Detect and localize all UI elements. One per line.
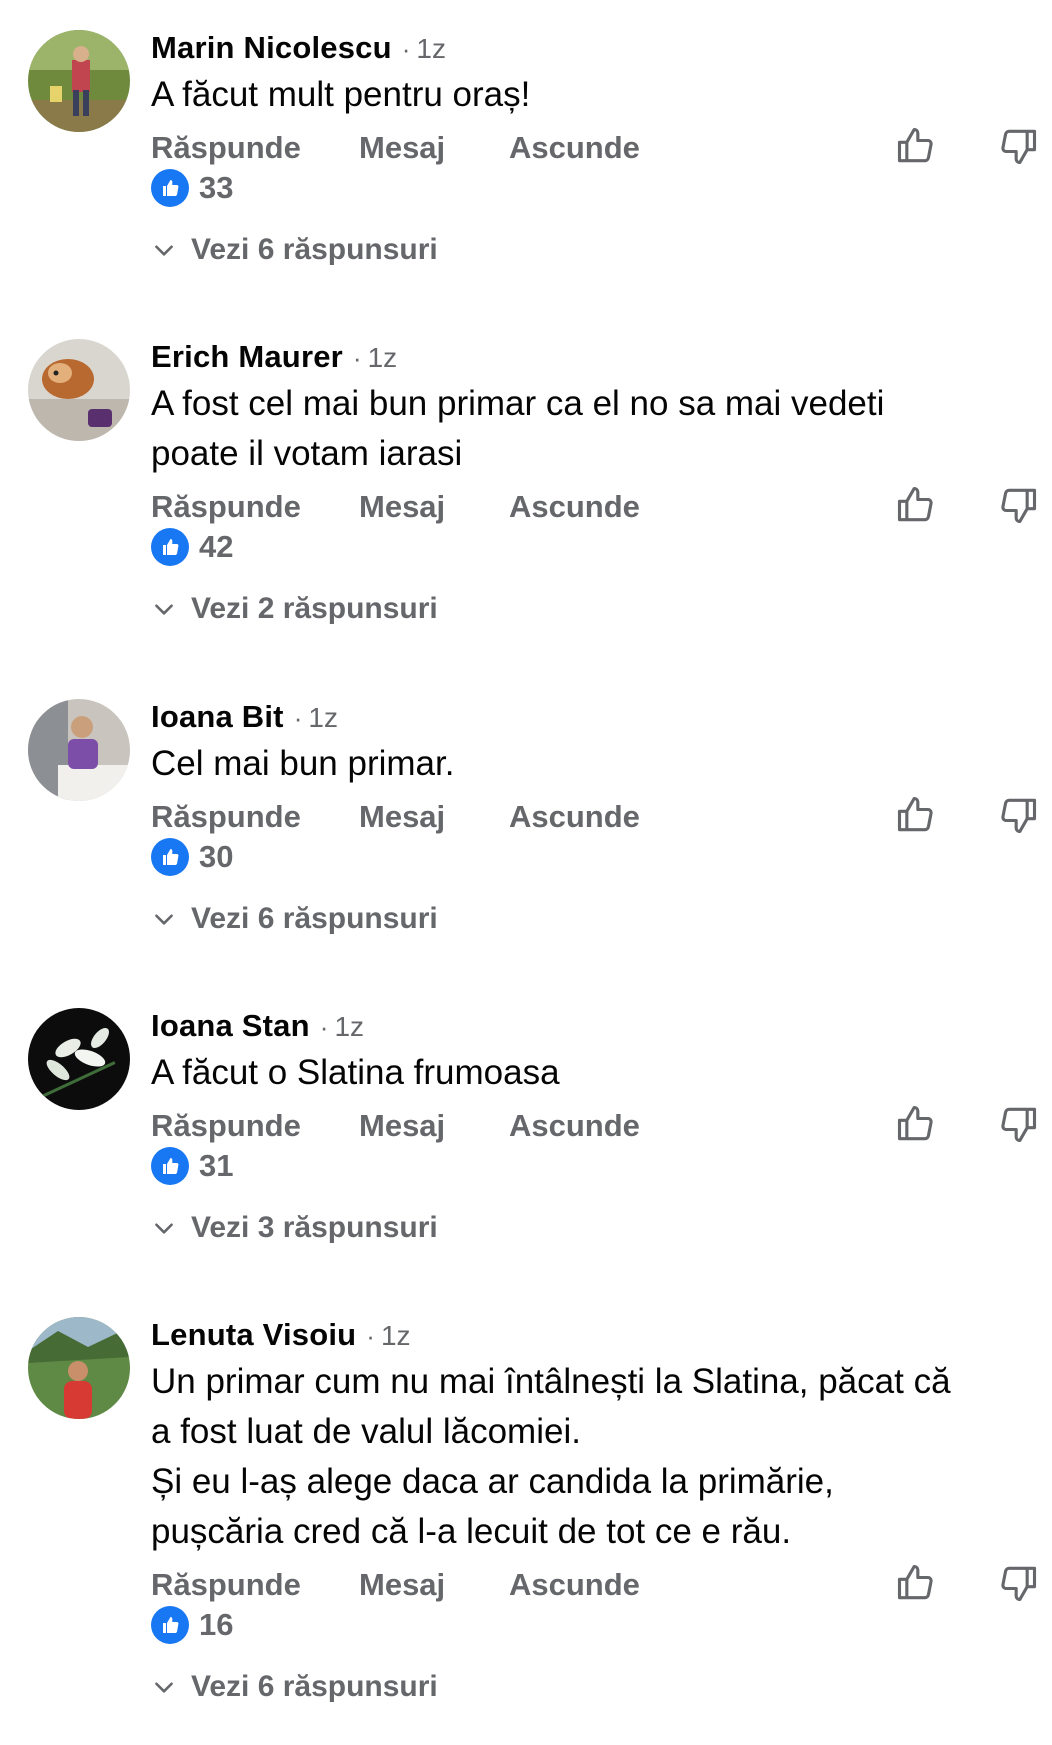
comment-author[interactable]: Lenuta Visoiu (151, 1317, 356, 1353)
avatar[interactable] (28, 699, 130, 801)
view-replies-button[interactable]: Vezi 6 răspunsuri (151, 230, 1032, 270)
separator-dot: · (319, 1012, 329, 1042)
comment-author[interactable]: Ioana Bit (151, 699, 284, 735)
view-replies-button[interactable]: Vezi 6 răspunsuri (151, 1667, 1032, 1707)
view-replies-label: Vezi 2 răspunsuri (191, 592, 438, 625)
thumbs-down-outline-icon[interactable] (996, 483, 1040, 527)
view-replies-button[interactable]: Vezi 3 răspunsuri (151, 1208, 1032, 1248)
avatar[interactable] (28, 1008, 130, 1110)
comment-text: A făcut o Slatina frumoasa (151, 1053, 560, 1092)
avatar-photo (28, 1317, 130, 1419)
view-replies-label: Vezi 3 răspunsuri (191, 1211, 438, 1244)
reply-button[interactable]: Răspunde (151, 130, 301, 166)
comment-age[interactable]: 1z (381, 1320, 411, 1352)
comment-actions: Răspunde Mesaj Ascunde (151, 1564, 1037, 1605)
comment-author[interactable]: Marin Nicolescu (151, 30, 392, 66)
thumbs-up-icon (151, 838, 189, 876)
like-count: 30 (199, 839, 234, 874)
separator-dot: · (401, 34, 411, 64)
chevron-down-icon (151, 596, 177, 622)
view-replies-label: Vezi 6 răspunsuri (191, 233, 438, 266)
thumbs-up-icon (151, 1147, 189, 1185)
comment-age[interactable]: 1z (334, 1011, 364, 1043)
comment-age[interactable]: 1z (416, 33, 446, 65)
chevron-down-icon (151, 1674, 177, 1700)
avatar-photo (28, 1008, 130, 1110)
view-replies-button[interactable]: Vezi 2 răspunsuri (151, 589, 1032, 629)
comment-actions: Răspunde Mesaj Ascunde (151, 1105, 1037, 1146)
reaction-summary[interactable]: 42 (151, 527, 1032, 567)
thumbs-down-outline-icon[interactable] (996, 793, 1040, 837)
thumbs-up-outline-icon[interactable] (894, 483, 938, 527)
reply-button[interactable]: Răspunde (151, 489, 301, 525)
avatar-photo (28, 30, 130, 132)
reaction-summary[interactable]: 31 (151, 1146, 1032, 1186)
like-count: 33 (199, 170, 234, 205)
hide-button[interactable]: Ascunde (509, 799, 640, 835)
comment-text: A făcut mult pentru oraș! (151, 75, 531, 114)
avatar-photo (28, 699, 130, 801)
separator-dot: · (352, 343, 362, 373)
message-button[interactable]: Mesaj (359, 489, 445, 525)
view-replies-label: Vezi 6 răspunsuri (191, 1670, 438, 1703)
comment-author[interactable]: Erich Maurer (151, 339, 343, 375)
message-button[interactable]: Mesaj (359, 1567, 445, 1603)
message-button[interactable]: Mesaj (359, 1108, 445, 1144)
thumbs-up-icon (151, 1606, 189, 1644)
like-count: 31 (199, 1148, 234, 1183)
comment-actions: Răspunde Mesaj Ascunde (151, 486, 1037, 527)
avatar[interactable] (28, 30, 130, 132)
comment-actions: Răspunde Mesaj Ascunde (151, 127, 1037, 168)
thumbs-up-icon (151, 169, 189, 207)
view-replies-label: Vezi 6 răspunsuri (191, 902, 438, 935)
avatar[interactable] (28, 1317, 130, 1419)
hide-button[interactable]: Ascunde (509, 1108, 640, 1144)
reaction-summary[interactable]: 16 (151, 1605, 1032, 1645)
reaction-summary[interactable]: 30 (151, 837, 1032, 877)
message-button[interactable]: Mesaj (359, 130, 445, 166)
thumbs-up-icon (151, 528, 189, 566)
comment-age[interactable]: 1z (368, 342, 398, 374)
hide-button[interactable]: Ascunde (509, 1567, 640, 1603)
chevron-down-icon (151, 906, 177, 932)
comment-text: A fost cel mai bun primar ca el no sa ma… (151, 384, 885, 473)
comment-text: Un primar cum nu mai întâlnești la Slati… (151, 1362, 951, 1551)
thumbs-down-outline-icon[interactable] (996, 124, 1040, 168)
chevron-down-icon (151, 237, 177, 263)
chevron-down-icon (151, 1215, 177, 1241)
like-count: 42 (199, 529, 234, 564)
reply-button[interactable]: Răspunde (151, 1108, 301, 1144)
thumbs-down-outline-icon[interactable] (996, 1561, 1040, 1605)
separator-dot: · (366, 1321, 375, 1351)
thumbs-up-outline-icon[interactable] (894, 793, 938, 837)
thumbs-down-outline-icon[interactable] (996, 1102, 1040, 1146)
like-count: 16 (199, 1607, 234, 1642)
message-button[interactable]: Mesaj (359, 799, 445, 835)
reaction-summary[interactable]: 33 (151, 168, 1032, 208)
separator-dot: · (293, 703, 303, 733)
avatar[interactable] (28, 339, 130, 441)
view-replies-button[interactable]: Vezi 6 răspunsuri (151, 899, 1032, 939)
hide-button[interactable]: Ascunde (509, 130, 640, 166)
comment-actions: Răspunde Mesaj Ascunde (151, 796, 1037, 837)
comment-age[interactable]: 1z (308, 702, 338, 734)
thumbs-up-outline-icon[interactable] (894, 124, 938, 168)
hide-button[interactable]: Ascunde (509, 489, 640, 525)
reply-button[interactable]: Răspunde (151, 799, 301, 835)
comment-text: Cel mai bun primar. (151, 744, 455, 783)
avatar-photo (28, 339, 130, 441)
comment-author[interactable]: Ioana Stan (151, 1008, 310, 1044)
thumbs-up-outline-icon[interactable] (894, 1102, 938, 1146)
thumbs-up-outline-icon[interactable] (894, 1561, 938, 1605)
reply-button[interactable]: Răspunde (151, 1567, 301, 1603)
